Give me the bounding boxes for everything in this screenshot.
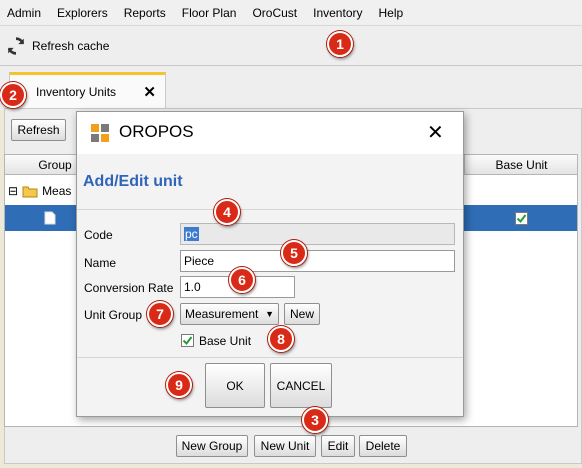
- badge-2: 2: [0, 82, 26, 108]
- check-icon: [516, 214, 527, 224]
- new-group-button[interactable]: New Group: [176, 435, 248, 457]
- name-label: Name: [84, 256, 117, 270]
- refresh-cache-label: Refresh cache: [32, 39, 110, 53]
- base-unit-checkbox[interactable]: [181, 334, 194, 347]
- menu-explorers[interactable]: Explorers: [49, 0, 116, 26]
- tree-group-label: Meas: [42, 184, 72, 198]
- unit-group-value: Measurement: [185, 307, 259, 321]
- toolbar: Refresh cache: [0, 26, 582, 66]
- menu-orocust[interactable]: OroCust: [244, 0, 305, 26]
- menu-help[interactable]: Help: [370, 0, 411, 26]
- refresh-button[interactable]: Refresh: [11, 119, 66, 141]
- code-label: Code: [84, 228, 113, 242]
- new-unit-group-button[interactable]: New: [284, 303, 320, 325]
- dialog-divider: [77, 357, 463, 358]
- dialog-app-title: OROPOS: [119, 122, 194, 141]
- tab-label: Inventory Units: [36, 84, 117, 99]
- badge-1: 1: [327, 31, 353, 57]
- file-icon: [44, 211, 56, 225]
- badge-8: 8: [268, 326, 294, 352]
- badge-5: 5: [281, 240, 307, 266]
- base-unit-cell-checkbox[interactable]: [515, 212, 528, 225]
- dialog-header: Add/Edit unit: [77, 154, 463, 210]
- ok-button[interactable]: OK: [205, 363, 265, 408]
- folder-icon: [22, 186, 38, 197]
- conversion-rate-label: Conversion Rate: [84, 281, 174, 295]
- new-unit-button[interactable]: New Unit: [254, 435, 316, 457]
- cancel-button[interactable]: CANCEL: [270, 363, 332, 408]
- badge-4: 4: [214, 199, 240, 225]
- badge-9: 9: [166, 372, 192, 398]
- menu-inventory[interactable]: Inventory: [305, 0, 370, 26]
- menu-admin[interactable]: Admin: [0, 0, 49, 26]
- badge-7: 7: [147, 301, 173, 327]
- unit-group-select[interactable]: Measurement ▼: [180, 303, 279, 325]
- tab-inventory-units[interactable]: Inventory Units ✕: [9, 72, 166, 108]
- dialog-title-bar: OROPOS ✕: [77, 112, 463, 154]
- unit-group-label: Unit Group: [84, 308, 143, 322]
- refresh-cache-button[interactable]: Refresh cache: [5, 34, 109, 58]
- chevron-down-icon: ▼: [265, 309, 274, 319]
- badge-3: 3: [302, 407, 328, 433]
- code-input[interactable]: pc: [180, 223, 455, 245]
- delete-button[interactable]: Delete: [359, 435, 407, 457]
- edit-button[interactable]: Edit: [321, 435, 355, 457]
- code-value: pc: [184, 227, 199, 241]
- menu-reports[interactable]: Reports: [116, 0, 174, 26]
- check-icon: [182, 336, 193, 346]
- refresh-icon: [7, 37, 25, 55]
- collapse-icon[interactable]: ⊟: [8, 184, 18, 198]
- dialog-close-icon[interactable]: ✕: [427, 120, 444, 145]
- menu-floor-plan[interactable]: Floor Plan: [174, 0, 245, 26]
- column-base-unit[interactable]: Base Unit: [464, 155, 578, 175]
- oropos-logo-icon: [91, 124, 109, 142]
- menu-bar: Admin Explorers Reports Floor Plan OroCu…: [0, 0, 582, 26]
- dialog-heading: Add/Edit unit: [83, 173, 183, 190]
- base-unit-label: Base Unit: [199, 334, 252, 348]
- badge-6: 6: [229, 267, 255, 293]
- close-icon[interactable]: ✕: [143, 83, 156, 101]
- name-input[interactable]: Piece: [180, 250, 455, 272]
